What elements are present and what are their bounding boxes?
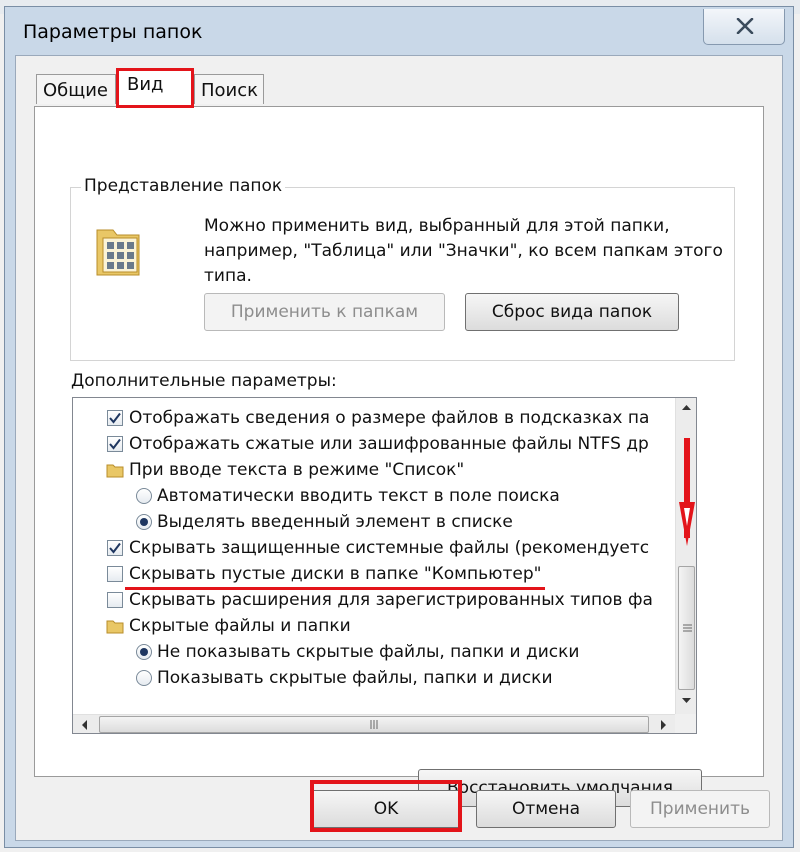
checkbox[interactable] xyxy=(107,410,123,426)
radio-dot xyxy=(140,518,148,526)
radio-button[interactable] xyxy=(136,670,152,686)
list-item-label: Скрывать расширения для зарегистрированн… xyxy=(129,590,653,610)
vertical-scrollbar[interactable] xyxy=(675,398,697,718)
dialog-client-area: Общие Вид Поиск Представление папок Можн… xyxy=(15,55,783,841)
dialog-title: Параметры папок xyxy=(23,21,203,43)
reset-folders-button[interactable]: Сброс вида папок xyxy=(465,293,679,331)
list-item-label: Выделять введенный элемент в списке xyxy=(157,512,513,532)
tab-general-label: Общие xyxy=(43,80,108,101)
tab-general[interactable]: Общие xyxy=(36,74,116,104)
list-item-label: При вводе текста в режиме "Список" xyxy=(129,460,465,480)
close-button[interactable] xyxy=(703,9,785,45)
list-item-label: Скрывать защищенные системные файлы (рек… xyxy=(129,538,650,558)
folder-icon xyxy=(106,620,124,634)
list-item-label: Скрытые файлы и папки xyxy=(129,616,351,636)
checkbox[interactable] xyxy=(107,540,123,556)
checkbox[interactable] xyxy=(107,592,123,608)
radio-button[interactable] xyxy=(136,488,152,504)
scroll-down-icon[interactable] xyxy=(676,690,697,710)
folder-icon xyxy=(106,464,124,478)
list-item-label: Не показывать скрытые файлы, папки и дис… xyxy=(157,642,580,662)
apply-to-folders-button[interactable]: Применить к папкам xyxy=(204,293,445,331)
reset-folders-label: Сброс вида папок xyxy=(491,302,653,322)
folder-views-group: Представление папок Можно применить вид,… xyxy=(70,176,735,361)
grip-icon xyxy=(683,624,692,632)
cancel-button[interactable]: Отмена xyxy=(476,790,616,828)
checkbox[interactable] xyxy=(107,436,123,452)
scroll-thumb[interactable] xyxy=(99,716,649,733)
scroll-up-icon[interactable] xyxy=(676,398,697,418)
checkmark-icon xyxy=(109,412,121,424)
tab-view[interactable]: Вид xyxy=(116,68,194,108)
cancel-label: Отмена xyxy=(511,799,581,819)
checkmark-icon xyxy=(109,542,121,554)
scrollbar-corner xyxy=(675,714,696,733)
list-item-label: Отображать сжатые или зашифрованные файл… xyxy=(129,434,649,454)
red-arrow-annotation xyxy=(678,438,696,552)
close-icon xyxy=(736,18,754,34)
scroll-thumb[interactable] xyxy=(678,566,695,690)
grip-icon xyxy=(370,720,378,729)
advanced-settings-list[interactable]: Отображать сведения о размере файлов в п… xyxy=(72,397,697,734)
list-item-label: Отображать сведения о размере файлов в п… xyxy=(129,408,650,428)
tab-view-label: Вид xyxy=(127,74,164,95)
apply-button[interactable]: Применить xyxy=(630,790,770,828)
checkmark-icon xyxy=(109,438,121,450)
checkbox[interactable] xyxy=(107,566,123,582)
list-item-label: Скрывать пустые диски в папке "Компьютер… xyxy=(129,564,542,584)
ok-highlight-annotation xyxy=(310,780,462,832)
scroll-left-icon[interactable] xyxy=(75,715,95,734)
tab-search[interactable]: Поиск xyxy=(194,74,264,104)
scroll-right-icon[interactable] xyxy=(653,715,673,734)
folder-views-title: Представление папок xyxy=(81,176,286,196)
folder-options-dialog: Параметры папок Общие Вид Поиск Представ… xyxy=(4,6,794,848)
apply-label: Применить xyxy=(650,799,750,819)
list-item-label: Автоматически вводить текст в поле поиск… xyxy=(157,486,560,506)
advanced-settings-label: Дополнительные параметры: xyxy=(71,371,337,391)
radio-button[interactable] xyxy=(136,644,152,660)
folder-views-description: Можно применить вид, выбранный для этой … xyxy=(204,216,723,286)
tab-panel-view: Представление папок Можно применить вид,… xyxy=(34,106,764,807)
radio-button[interactable] xyxy=(136,514,152,530)
horizontal-scrollbar[interactable] xyxy=(73,714,696,734)
tab-search-label: Поиск xyxy=(201,80,259,101)
title-bar[interactable]: Параметры папок xyxy=(5,7,793,57)
radio-dot xyxy=(140,648,148,656)
apply-to-folders-label: Применить к папкам xyxy=(230,302,419,322)
list-item-label: Показывать скрытые файлы, папки и диски xyxy=(157,668,553,688)
folder-view-icon xyxy=(96,229,140,276)
